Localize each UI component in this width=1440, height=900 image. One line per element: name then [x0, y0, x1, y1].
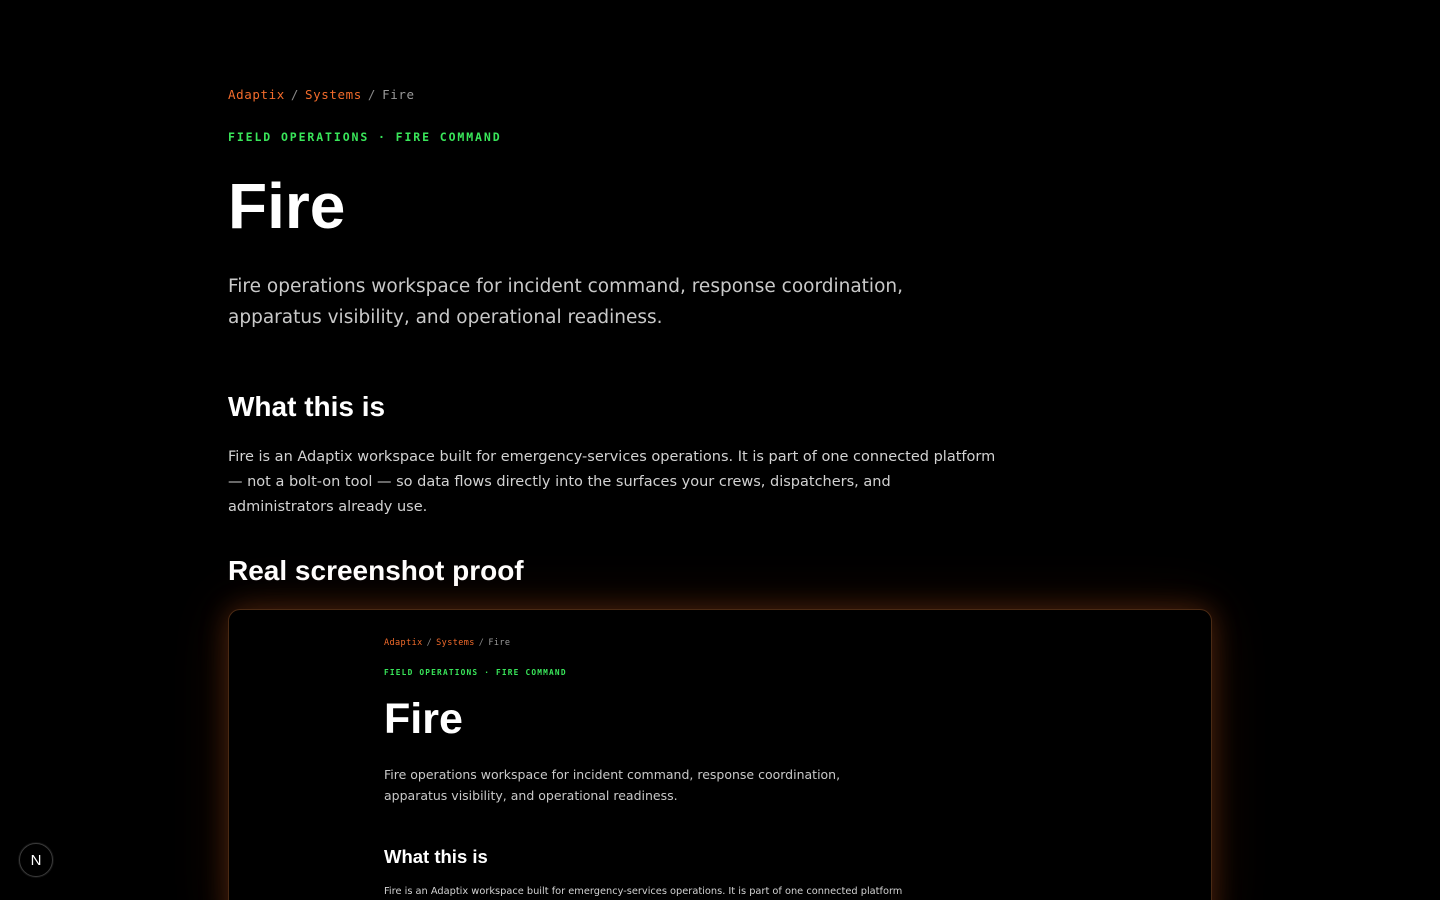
breadcrumb-link-adaptix[interactable]: Adaptix — [228, 87, 285, 102]
section-heading-what: What this is — [228, 391, 386, 422]
screenshot-body-what: Fire is an Adaptix workspace built for e… — [384, 886, 903, 897]
breadcrumb-separator: / — [290, 87, 300, 102]
eyebrow-label: FIELD OPERATIONS · FIRE COMMAND — [228, 130, 502, 144]
section-heading-proof: Real screenshot proof — [228, 555, 524, 586]
screenshot-description: Fire operations workspace for incident c… — [384, 767, 841, 803]
nextjs-logo-icon: N — [30, 851, 42, 869]
screenshot-breadcrumb: Adaptix / Systems / Fire — [384, 638, 510, 648]
screenshot-frame: Adaptix / Systems / Fire FIELD OPERATIONS · … — [228, 609, 1212, 900]
breadcrumb-separator: / — [367, 87, 377, 102]
screenshot-breadcrumb-separator: / — [478, 638, 485, 648]
screenshot-breadcrumb-adaptix: Adaptix — [384, 638, 423, 648]
screenshot-breadcrumb-systems: Systems — [436, 638, 475, 648]
breadcrumb-link-systems[interactable]: Systems — [305, 87, 362, 102]
breadcrumb: Adaptix / Systems / Fire — [228, 87, 415, 102]
screenshot-eyebrow: FIELD OPERATIONS · FIRE COMMAND — [384, 668, 567, 677]
section-body-what: Fire is an Adaptix workspace built for e… — [228, 449, 996, 515]
screenshot-breadcrumb-separator: / — [426, 638, 433, 648]
screenshot-title: Fire — [384, 695, 463, 743]
nextjs-dev-indicator-button[interactable]: N — [19, 843, 53, 877]
page-title: Fire — [228, 170, 346, 242]
screenshot-heading-what: What this is — [384, 846, 488, 867]
breadcrumb-current: Fire — [382, 87, 415, 102]
screenshot-breadcrumb-current: Fire — [488, 638, 511, 648]
page-description: Fire operations workspace for incident c… — [228, 276, 903, 328]
